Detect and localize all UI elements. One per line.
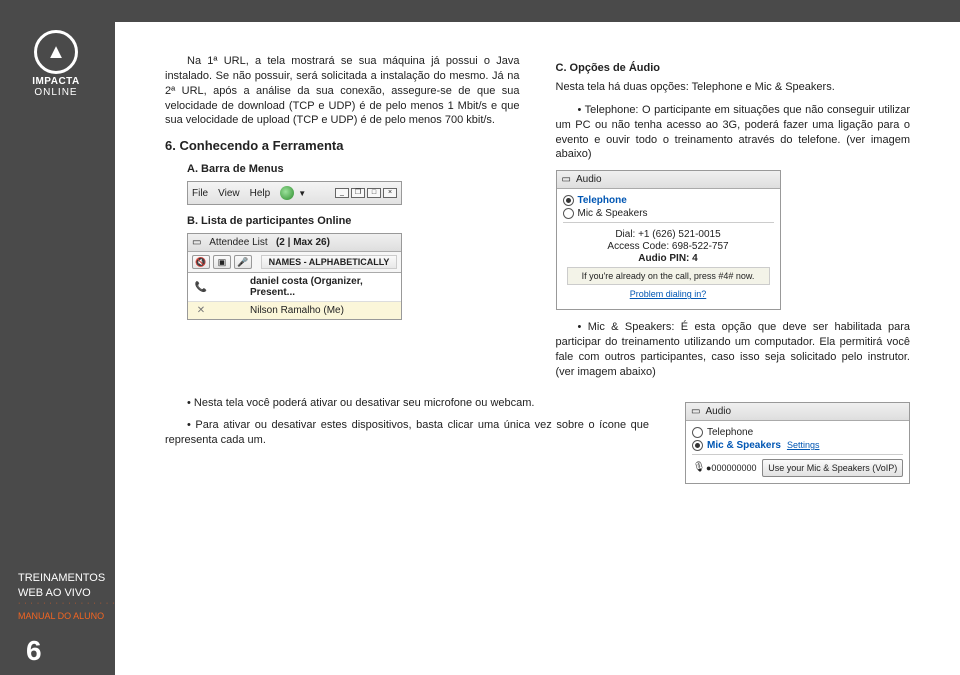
attendee-name-2[interactable]: Nilson Ramalho (Me) — [246, 305, 397, 316]
webcam-icon[interactable]: ▣ — [213, 255, 231, 269]
radio-icon[interactable] — [563, 208, 574, 219]
page-number: 6 — [26, 635, 115, 667]
figure-audio-telephone: ▭ Audio Telephone Mic & Speakers Dial: +… — [556, 170, 781, 310]
option-mic[interactable]: Mic & Speakers — [563, 208, 774, 219]
sidebar-manual: MANUAL DO ALUNO — [18, 611, 115, 621]
dial-info: Dial: +1 (626) 521-0015 Access Code: 698… — [563, 222, 774, 303]
attendee-title: Attendee List — [209, 237, 267, 248]
page-header-bar — [0, 0, 960, 22]
option2-mic[interactable]: Mic & Speakers Settings — [692, 440, 903, 451]
figure-audio-mic: ▭ Audio Telephone Mic & Speakers Settings… — [685, 402, 910, 484]
attendee-row: ✕ Nilson Ramalho (Me) — [188, 302, 401, 319]
audio-pin: Audio PIN: 4 — [567, 253, 770, 264]
collapse-icon[interactable]: ▭ — [691, 406, 700, 417]
attendee-name-1[interactable]: daniel costa (Organizer, Present... — [246, 276, 397, 298]
bottom-bullet-2: • Para ativar ou desativar estes disposi… — [165, 418, 649, 448]
option2-mic-label: Mic & Speakers — [707, 440, 781, 451]
mic-level-text: ●000000000 — [706, 463, 756, 473]
phone-icon: 📞 — [192, 282, 210, 293]
sidebar-title-2: WEB AO VIVO — [18, 586, 115, 600]
mic-icon[interactable]: 🎤 — [234, 255, 252, 269]
bullet-telephone: • Telephone: O participante em situações… — [556, 103, 911, 162]
menu-file[interactable]: File — [192, 188, 208, 199]
audio-title: Audio — [576, 174, 602, 185]
attendee-count: (2 | Max 26) — [276, 237, 330, 248]
microphone-icon: 🎙 — [692, 462, 706, 473]
figure-menubar: File View Help ▼ _ ❐ □ × — [187, 181, 402, 205]
brand-text: IMPACTA ONLINE — [24, 76, 88, 98]
sidebar-title-1: TREINAMENTOS — [18, 571, 115, 585]
subsection-b: B. Lista de participantes Online — [187, 215, 520, 227]
access-code: Access Code: 698-522-757 — [567, 241, 770, 252]
sidebar: ▲ IMPACTA ONLINE TREINAMENTOS WEB AO VIV… — [0, 22, 115, 675]
logo-glyph-icon: ▲ — [46, 41, 66, 64]
column-left: Na 1ª URL, a tela mostrará se sua máquin… — [165, 54, 520, 388]
minimize-button[interactable]: _ — [335, 188, 349, 198]
sidebar-footer: TREINAMENTOS WEB AO VIVO · · · · · · · ·… — [0, 571, 115, 667]
option-telephone[interactable]: Telephone — [563, 195, 774, 206]
bullet-mic-speakers: • Mic & Speakers: É esta opção que deve … — [556, 320, 911, 379]
phone-off-icon: ✕ — [192, 305, 210, 316]
subsection-c: C. Opções de Áudio — [556, 62, 911, 74]
brand-sub: ONLINE — [24, 87, 88, 98]
menu-view[interactable]: View — [218, 188, 240, 199]
divider-dots: · · · · · · · · · · · · · · · · — [18, 600, 115, 607]
audio-intro: Nesta tela há duas opções: Telephone e M… — [556, 80, 911, 95]
collapse-icon[interactable]: ▭ — [192, 237, 201, 248]
subsection-a: A. Barra de Menus — [187, 163, 520, 175]
use-mic-button[interactable]: Use your Mic & Speakers (VoIP) — [762, 459, 903, 477]
audio2-title: Audio — [705, 406, 731, 417]
brand-logo: ▲ IMPACTA ONLINE — [24, 30, 88, 94]
dial-number: Dial: +1 (626) 521-0015 — [567, 229, 770, 240]
collapse-icon[interactable]: ▭ — [562, 174, 571, 185]
radio-selected-icon[interactable] — [692, 440, 703, 451]
audio-settings-link[interactable]: Settings — [787, 440, 820, 450]
maximize-button[interactable]: □ — [367, 188, 381, 198]
bottom-bullet-1: • Nesta tela você poderá ativar ou desat… — [165, 396, 649, 411]
attendee-header[interactable]: NAMES - ALPHABETICALLY — [261, 255, 397, 269]
option2-telephone[interactable]: Telephone — [692, 427, 903, 438]
figure-attendee-list: ▭ Attendee List (2 | Max 26) 🔇 ▣ 🎤 NAMES… — [187, 233, 402, 320]
option-telephone-label: Telephone — [578, 195, 627, 206]
close-button[interactable]: × — [383, 188, 397, 198]
attendee-row: 📞 daniel costa (Organizer, Present... — [188, 273, 401, 302]
audio2-titlebar[interactable]: ▭ Audio — [686, 403, 909, 421]
attendee-titlebar[interactable]: ▭ Attendee List (2 | Max 26) — [188, 234, 401, 252]
brand-name: IMPACTA — [24, 76, 88, 87]
restore-button[interactable]: ❐ — [351, 188, 365, 198]
audio-titlebar[interactable]: ▭ Audio — [557, 171, 780, 189]
bottom-row: • Nesta tela você poderá ativar ou desat… — [165, 396, 910, 494]
globe-icon[interactable] — [280, 186, 294, 200]
dropdown-arrow-icon[interactable]: ▼ — [298, 189, 306, 198]
column-right: C. Opções de Áudio Nesta tela há duas op… — [556, 54, 911, 388]
radio-selected-icon[interactable] — [563, 195, 574, 206]
intro-paragraph: Na 1ª URL, a tela mostrará se sua máquin… — [165, 54, 520, 128]
pin-note: If you're already on the call, press #4#… — [567, 267, 770, 285]
mute-icon[interactable]: 🔇 — [192, 255, 210, 269]
problem-dialing-link[interactable]: Problem dialing in? — [567, 289, 770, 299]
option2-telephone-label: Telephone — [707, 427, 753, 438]
logo-circle-icon: ▲ — [34, 30, 78, 74]
menu-help[interactable]: Help — [250, 188, 271, 199]
page-content: Na 1ª URL, a tela mostrará se sua máquin… — [115, 22, 960, 514]
section-6-title: 6. Conhecendo a Ferramenta — [165, 138, 520, 153]
option-mic-label: Mic & Speakers — [578, 208, 648, 219]
radio-icon[interactable] — [692, 427, 703, 438]
